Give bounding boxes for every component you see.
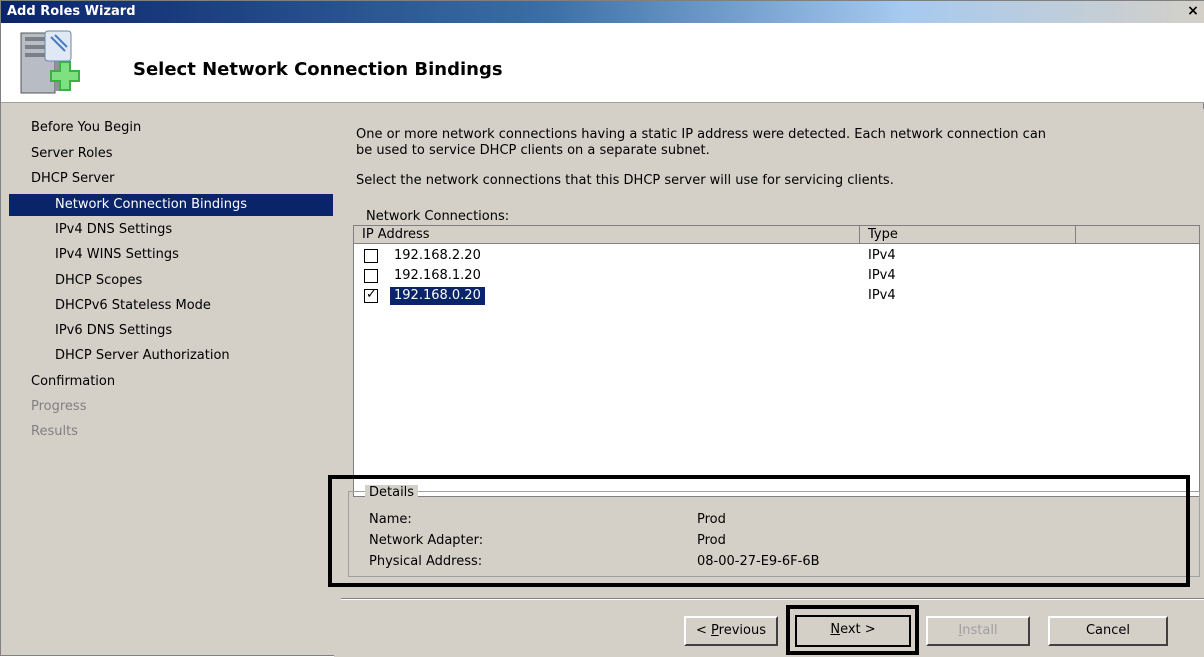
nav-item-dhcp-server[interactable]: DHCP Server <box>9 168 333 190</box>
column-header-type[interactable]: Type <box>860 226 1076 244</box>
nav-item-dhcp-server-authorization[interactable]: DHCP Server Authorization <box>9 345 333 367</box>
nav-item-dhcp-scopes[interactable]: DHCP Scopes <box>9 270 333 292</box>
nav-item-network-connection-bindings[interactable]: Network Connection Bindings <box>9 194 333 216</box>
row-ip-address: 192.168.0.20 <box>390 287 485 305</box>
previous-button[interactable]: < Previous <box>684 616 778 646</box>
next-highlight-box <box>786 605 919 655</box>
nav-item-ipv4-dns-settings[interactable]: IPv4 DNS Settings <box>9 219 333 241</box>
server-add-icon <box>20 30 80 94</box>
wizard-window: Add Roles Wizard × Select Network Connec… <box>0 0 1204 657</box>
cancel-button[interactable]: Cancel <box>1048 616 1168 646</box>
nav-item-progress: Progress <box>31 399 87 414</box>
row-checkbox[interactable] <box>364 269 378 283</box>
checkmark-icon: ✓ <box>366 287 377 302</box>
nav-item-before-you-begin[interactable]: Before You Begin <box>9 117 333 139</box>
row-type: IPv4 <box>868 248 896 263</box>
nav-item-ipv4-wins-settings[interactable]: IPv4 WINS Settings <box>9 244 333 266</box>
list-header: IP Address Type <box>354 226 1199 244</box>
list-row[interactable]: 192.168.2.20 IPv4 <box>354 246 1199 266</box>
previous-accel: P <box>711 623 719 638</box>
previous-rest: revious <box>718 623 766 638</box>
previous-prefix: < <box>696 623 712 638</box>
column-header-ip-address[interactable]: IP Address <box>354 226 860 244</box>
row-ip-address: 192.168.2.20 <box>394 248 481 263</box>
row-checkbox-checked[interactable]: ✓ <box>364 287 378 303</box>
instruction-text: Select the network connections that this… <box>356 173 894 188</box>
install-button: Install <box>926 616 1030 646</box>
close-icon[interactable]: × <box>1185 4 1201 20</box>
nav-item-dhcpv6-stateless-mode[interactable]: DHCPv6 Stateless Mode <box>9 295 333 317</box>
list-row[interactable]: 192.168.1.20 IPv4 <box>354 266 1199 286</box>
wizard-nav: Before You Begin Server Roles DHCP Serve… <box>9 113 333 655</box>
row-checkbox[interactable] <box>364 249 378 263</box>
details-highlight-box <box>328 475 1190 587</box>
nav-item-server-roles[interactable]: Server Roles <box>9 143 333 165</box>
install-rest: nstall <box>962 623 998 638</box>
network-connections-label: Network Connections: <box>366 209 510 224</box>
row-type: IPv4 <box>868 268 896 283</box>
intro-line-1: One or more network connections having a… <box>356 127 1047 142</box>
window-title: Add Roles Wizard <box>7 4 136 19</box>
row-ip-address: 192.168.1.20 <box>394 268 481 283</box>
intro-line-2: be used to service DHCP clients on a sep… <box>356 143 710 158</box>
network-connections-list[interactable]: IP Address Type 192.168.2.20 IPv4 192.16… <box>353 225 1200 497</box>
list-row-selected[interactable]: ✓ 192.168.0.20 IPv4 <box>354 286 1199 306</box>
button-separator <box>341 598 1204 600</box>
row-type: IPv4 <box>868 288 896 303</box>
title-bar[interactable]: Add Roles Wizard × <box>1 1 1204 23</box>
nav-item-ipv6-dns-settings[interactable]: IPv6 DNS Settings <box>9 320 333 342</box>
nav-item-results: Results <box>31 424 78 439</box>
page-title: Select Network Connection Bindings <box>133 59 503 80</box>
intro-text: One or more network connections having a… <box>356 127 1176 159</box>
wizard-header: Select Network Connection Bindings <box>1 23 1204 103</box>
nav-item-confirmation[interactable]: Confirmation <box>9 371 333 393</box>
